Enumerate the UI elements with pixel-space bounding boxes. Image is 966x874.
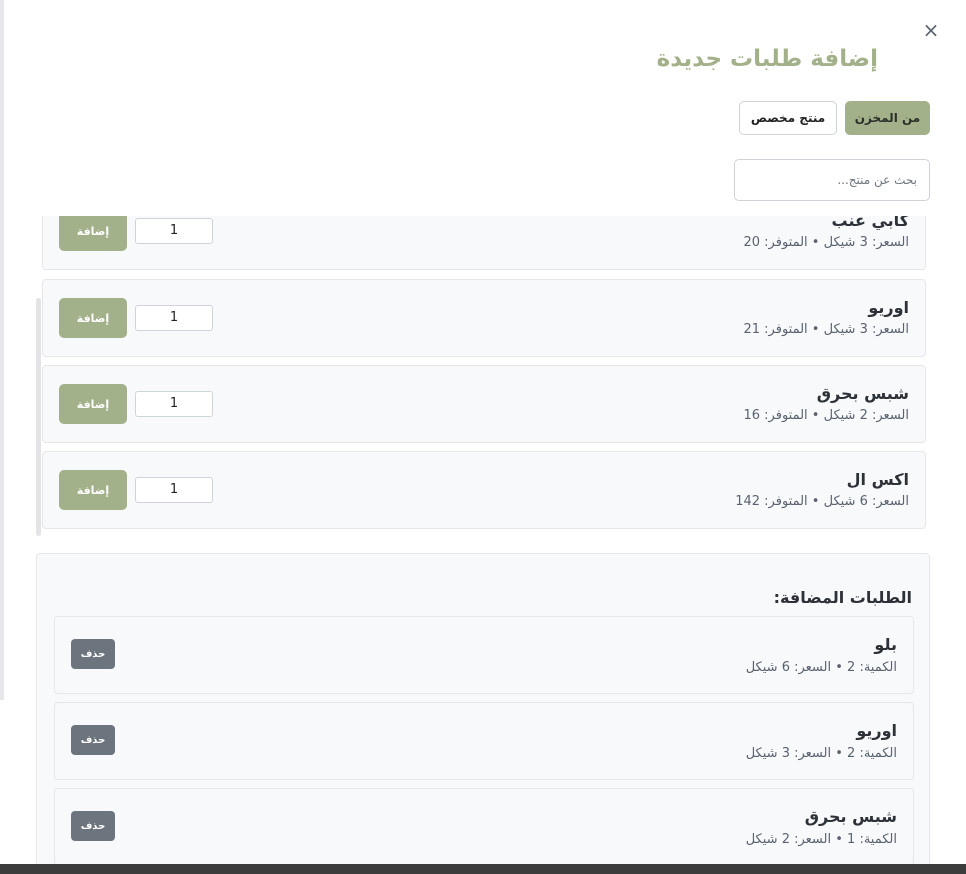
added-order-meta: الكمية: 2 • السعر: 3 شيكل bbox=[745, 746, 897, 761]
product-list[interactable]: كابي عنب السعر: 3 شيكل • المتوفر: 20 1 إ… bbox=[0, 216, 962, 538]
added-order-item: بلو الكمية: 2 • السعر: 6 شيكل حذف bbox=[54, 616, 914, 694]
tab-from-store[interactable]: من المخزن bbox=[845, 101, 930, 135]
product-card: كابي عنب السعر: 3 شيكل • المتوفر: 20 1 إ… bbox=[42, 216, 926, 270]
product-name: شبس بحرق bbox=[816, 384, 909, 403]
close-icon[interactable]: × bbox=[922, 18, 940, 42]
delete-button[interactable]: حذف bbox=[71, 639, 115, 669]
add-orders-modal: × إضافة طلبات جديدة من المخزن منتج مخصص … bbox=[0, 0, 962, 864]
product-card: اكس ال السعر: 6 شيكل • المتوفر: 142 1 إض… bbox=[42, 451, 926, 529]
added-orders-section: الطلبات المضافة: بلو الكمية: 2 • السعر: … bbox=[36, 553, 930, 864]
product-card: شبس بحرق السعر: 2 شيكل • المتوفر: 16 1 إ… bbox=[42, 365, 926, 443]
quantity-input[interactable]: 1 bbox=[135, 218, 213, 244]
delete-button[interactable]: حذف bbox=[71, 811, 115, 841]
added-order-name: اوريو bbox=[856, 721, 897, 740]
search-input[interactable]: بحث عن منتج... bbox=[734, 159, 930, 201]
product-card: اوريو السعر: 3 شيكل • المتوفر: 21 1 إضاف… bbox=[42, 279, 926, 357]
added-order-meta: الكمية: 2 • السعر: 6 شيكل bbox=[745, 660, 897, 675]
added-order-meta: الكمية: 1 • السعر: 2 شيكل bbox=[745, 832, 897, 847]
added-orders-title: الطلبات المضافة: bbox=[773, 588, 912, 607]
tab-custom-product[interactable]: منتج مخصص bbox=[739, 101, 837, 135]
product-meta: السعر: 3 شيكل • المتوفر: 20 bbox=[743, 235, 910, 250]
added-order-name: بلو bbox=[874, 635, 897, 654]
product-meta: السعر: 2 شيكل • المتوفر: 16 bbox=[743, 408, 910, 423]
quantity-input[interactable]: 1 bbox=[135, 305, 213, 331]
add-product-button[interactable]: إضافة bbox=[59, 298, 127, 338]
modal-title: إضافة طلبات جديدة bbox=[656, 46, 878, 72]
backdrop-edge bbox=[962, 0, 966, 864]
add-product-button[interactable]: إضافة bbox=[59, 384, 127, 424]
product-name: اكس ال bbox=[846, 470, 909, 489]
delete-button[interactable]: حذف bbox=[71, 725, 115, 755]
product-meta: السعر: 3 شيكل • المتوفر: 21 bbox=[743, 322, 910, 337]
product-meta: السعر: 6 شيكل • المتوفر: 142 bbox=[735, 494, 909, 509]
add-product-button[interactable]: إضافة bbox=[59, 216, 127, 251]
added-order-name: شبس بحرق bbox=[804, 807, 897, 826]
added-order-item: شبس بحرق الكمية: 1 • السعر: 2 شيكل حذف bbox=[54, 788, 914, 864]
product-name: اوريو bbox=[868, 298, 909, 317]
product-list-scrollbar[interactable] bbox=[36, 298, 41, 536]
add-product-button[interactable]: إضافة bbox=[59, 470, 127, 510]
product-name: كابي عنب bbox=[831, 216, 909, 230]
quantity-input[interactable]: 1 bbox=[135, 391, 213, 417]
quantity-input[interactable]: 1 bbox=[135, 477, 213, 503]
added-order-item: اوريو الكمية: 2 • السعر: 3 شيكل حذف bbox=[54, 702, 914, 780]
